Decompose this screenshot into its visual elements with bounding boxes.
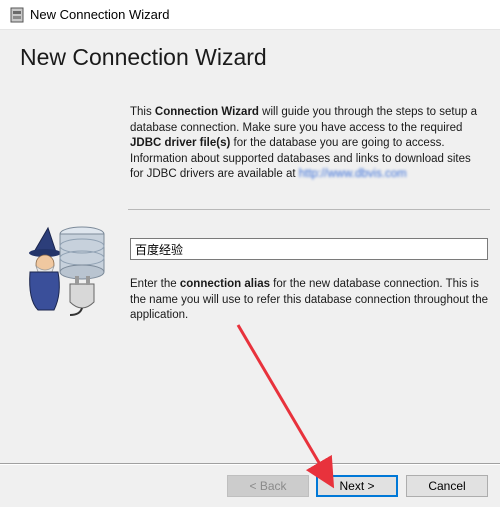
title-bar: New Connection Wizard bbox=[0, 0, 500, 30]
back-button[interactable]: < Back bbox=[227, 475, 309, 497]
hint-bold-alias: connection alias bbox=[179, 278, 270, 290]
download-link[interactable]: http://www.dbvis.com bbox=[299, 168, 407, 180]
wizard-database-plug-icon bbox=[29, 226, 105, 316]
wizard-description: This Connection Wizard will guide you th… bbox=[130, 105, 480, 183]
description-text: for the database you are going to access… bbox=[230, 137, 445, 149]
alias-hint: Enter the connection alias for the new d… bbox=[130, 277, 490, 324]
next-button[interactable]: Next > bbox=[316, 475, 398, 497]
connection-alias-input[interactable] bbox=[130, 238, 488, 260]
description-bold-driver: JDBC driver file(s) bbox=[130, 137, 231, 149]
wizard-header: New Connection Wizard bbox=[0, 30, 500, 92]
hint-text: Enter the bbox=[130, 278, 180, 290]
window-title: New Connection Wizard bbox=[30, 7, 170, 22]
description-text: This bbox=[130, 106, 155, 118]
cancel-button[interactable]: Cancel bbox=[406, 475, 488, 497]
separator bbox=[128, 209, 490, 210]
app-icon bbox=[10, 7, 24, 23]
footer-divider bbox=[0, 463, 500, 465]
page-title: New Connection Wizard bbox=[20, 44, 267, 70]
wizard-body: This Connection Wizard will guide you th… bbox=[10, 92, 490, 457]
description-bold-wizard: Connection Wizard bbox=[154, 106, 259, 118]
